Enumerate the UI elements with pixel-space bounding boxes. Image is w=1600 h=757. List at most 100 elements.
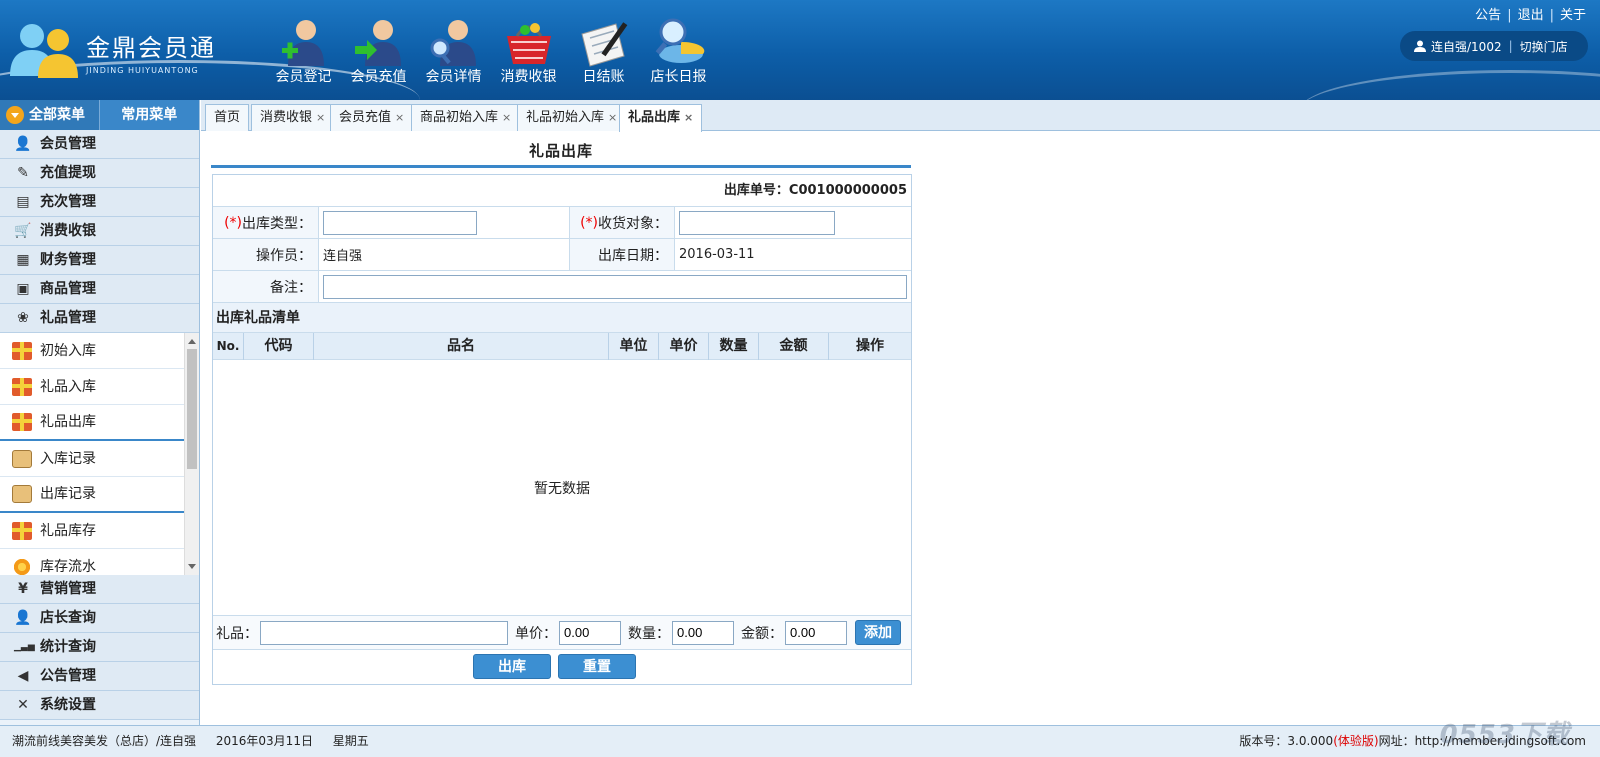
sidebar-menu-item[interactable]: ✎ 充值提现 bbox=[0, 159, 199, 188]
submenu-scrollbar[interactable] bbox=[184, 333, 199, 575]
operator-date-row: 操作员： 连自强 出库日期： 2016-03-11 bbox=[213, 239, 911, 271]
gift-out-form: 出库单号：C001000000005 (*) 出库类型： (*) 收货对象： 操作员… bbox=[212, 174, 912, 685]
gift-icon bbox=[12, 341, 32, 360]
about-link[interactable]: 关于 bbox=[1560, 8, 1586, 23]
member-recharge-button[interactable]: 会员充值 bbox=[341, 12, 416, 92]
scroll-thumb[interactable] bbox=[187, 349, 197, 469]
daily-checkout-button[interactable]: 日结账 bbox=[566, 12, 641, 92]
submit-out-button[interactable]: 出库 bbox=[473, 654, 551, 679]
sidebar-menu-label: 充次管理 bbox=[40, 193, 96, 210]
user-separator: | bbox=[1508, 39, 1513, 53]
remark-label-cell: 备注： bbox=[213, 271, 319, 302]
sidebar-menu-label: 财务管理 bbox=[40, 251, 96, 268]
tab-item[interactable]: 消费收银 × bbox=[251, 104, 335, 131]
price-input[interactable] bbox=[559, 620, 621, 645]
scroll-up-icon[interactable] bbox=[188, 339, 196, 344]
add-gift-row: 礼品： 单价： 数量： 金额： 添加 bbox=[213, 616, 911, 650]
tools-icon: ✕ bbox=[17, 696, 29, 713]
order-number-row: 出库单号：C001000000005 bbox=[213, 175, 911, 207]
tab-item[interactable]: 礼品初始入库 × bbox=[517, 104, 627, 131]
tab-label: 礼品出库 bbox=[628, 110, 681, 125]
sidebar-menus-bottom: ¥ 营销管理 👤 店长查询 ▁▃▅ 统计查询 ◀ 公告管理 ✕ 系统设置 bbox=[0, 575, 199, 720]
logout-link[interactable]: 退出 bbox=[1518, 8, 1544, 23]
sidebar-menu-item[interactable]: ▣ 商品管理 bbox=[0, 275, 199, 304]
calendar-icon: ▦ bbox=[16, 251, 30, 268]
sidebar-menu-item[interactable]: ▤ 充次管理 bbox=[0, 188, 199, 217]
amount-input[interactable] bbox=[785, 620, 847, 645]
header-swoosh-right bbox=[1300, 70, 1600, 100]
tab-close-icon[interactable]: × bbox=[395, 111, 404, 124]
submenu-item[interactable]: 出库记录 bbox=[0, 477, 184, 513]
sidebar-menu-label: 店长查询 bbox=[40, 609, 96, 626]
cashier-button[interactable]: 消费收银 bbox=[491, 12, 566, 92]
type-receiver-row: (*) 出库类型： (*) 收货对象： bbox=[213, 207, 911, 239]
reset-button[interactable]: 重置 bbox=[558, 654, 636, 679]
sidebar-menu-item[interactable]: ¥ 营销管理 bbox=[0, 575, 199, 604]
gift-list-title: 出库礼品清单 bbox=[213, 303, 911, 333]
column-amount: 金额 bbox=[759, 333, 829, 360]
gift-label: 礼品： bbox=[216, 625, 258, 642]
gift-icon bbox=[12, 521, 32, 540]
link-separator: | bbox=[1549, 8, 1554, 23]
sidebar-menu-item[interactable]: 👤 店长查询 bbox=[0, 604, 199, 633]
submenu-item[interactable]: 初始入库 bbox=[0, 333, 184, 369]
gift-icon: ❀ bbox=[17, 309, 29, 326]
top-links: 公告 | 退出 | 关于 bbox=[1475, 4, 1586, 23]
user-icon bbox=[1414, 40, 1426, 52]
footer-left: 潮流前线美容美发（总店）/连自强 2016年03月11日 星期五 bbox=[12, 726, 385, 756]
gift-input[interactable] bbox=[260, 620, 508, 645]
footer-date: 2016年03月11日 bbox=[215, 734, 313, 748]
submenu-item[interactable]: 礼品入库 bbox=[0, 369, 184, 405]
remark-input[interactable] bbox=[323, 274, 907, 299]
submenu-item[interactable]: 礼品出库 bbox=[0, 405, 184, 441]
price-label: 单价： bbox=[515, 625, 557, 642]
receiver-input[interactable] bbox=[679, 210, 835, 235]
order-number-value: C001000000005 bbox=[788, 183, 907, 198]
tab-item[interactable]: 商品初始入库 × bbox=[411, 104, 521, 131]
member-register-button[interactable]: 会员登记 bbox=[266, 12, 341, 92]
receiver-label-cell: (*) 收货对象： bbox=[569, 207, 675, 238]
speaker-icon: ◀ bbox=[17, 667, 29, 684]
member-detail-button[interactable]: 会员详情 bbox=[416, 12, 491, 92]
add-gift-button[interactable]: 添加 bbox=[855, 620, 901, 645]
sidebar-menu-item[interactable]: 🛒 消费收银 bbox=[0, 217, 199, 246]
column-qty: 数量 bbox=[709, 333, 759, 360]
cashier-label: 消费收银 bbox=[500, 69, 557, 85]
submenu-item[interactable]: 库存流水 bbox=[0, 549, 184, 575]
tab-close-icon[interactable]: × bbox=[502, 111, 511, 124]
required-mark: (*) bbox=[580, 214, 598, 231]
tab-close-icon[interactable]: × bbox=[316, 111, 325, 124]
out-type-label-cell: (*) 出库类型： bbox=[213, 207, 319, 238]
switch-store-link[interactable]: 切换门店 bbox=[1520, 38, 1568, 55]
scroll-down-icon[interactable] bbox=[188, 564, 196, 569]
tab-item[interactable]: 会员充值 × bbox=[330, 104, 414, 131]
tab-bar: 首页 消费收银 × 会员充值 × 商品初始入库 × 礼品初始入库 × 礼品出库 × bbox=[201, 100, 1600, 132]
scroll-icon bbox=[12, 485, 32, 503]
tab-item[interactable]: 首页 bbox=[205, 104, 250, 131]
sidebar-menu-item[interactable]: ✕ 系统设置 bbox=[0, 691, 199, 720]
notice-link[interactable]: 公告 bbox=[1475, 8, 1501, 23]
sidebar-tab-common[interactable]: 常用菜单 bbox=[98, 100, 199, 130]
manager-report-button[interactable]: 店长日报 bbox=[641, 12, 716, 92]
submenu-item[interactable]: 入库记录 bbox=[0, 441, 184, 477]
qty-input[interactable] bbox=[672, 620, 734, 645]
submenu-label: 礼品入库 bbox=[40, 378, 96, 395]
trial-badge: (体验版) bbox=[1333, 734, 1379, 748]
store-user: 潮流前线美容美发（总店）/连自强 bbox=[12, 734, 197, 748]
operator-label: 操作员： bbox=[256, 247, 312, 264]
submenu-item[interactable]: 礼品库存 bbox=[0, 513, 184, 549]
sidebar-menu-item[interactable]: 👤 会员管理 bbox=[0, 130, 199, 159]
tab-close-icon[interactable]: × bbox=[608, 111, 617, 124]
user-icon: 👤 bbox=[14, 609, 32, 626]
sidebar-menu-item[interactable]: ▁▃▅ 统计查询 bbox=[0, 633, 199, 662]
sidebar-menu-item[interactable]: ❀ 礼品管理 bbox=[0, 304, 199, 333]
sidebar-menu-item[interactable]: ▦ 财务管理 bbox=[0, 246, 199, 275]
sidebar-tab-all[interactable]: 全部菜单 bbox=[0, 100, 99, 130]
out-type-input[interactable] bbox=[323, 210, 477, 235]
tab-close-icon[interactable]: × bbox=[684, 111, 693, 124]
sidebar-menu-item[interactable]: ◀ 公告管理 bbox=[0, 662, 199, 691]
column-price: 单价 bbox=[659, 333, 709, 360]
tab-item[interactable]: 礼品出库 × bbox=[619, 104, 703, 132]
sidebar-menu-label: 商品管理 bbox=[40, 280, 96, 297]
remark-row: 备注： bbox=[213, 271, 911, 303]
